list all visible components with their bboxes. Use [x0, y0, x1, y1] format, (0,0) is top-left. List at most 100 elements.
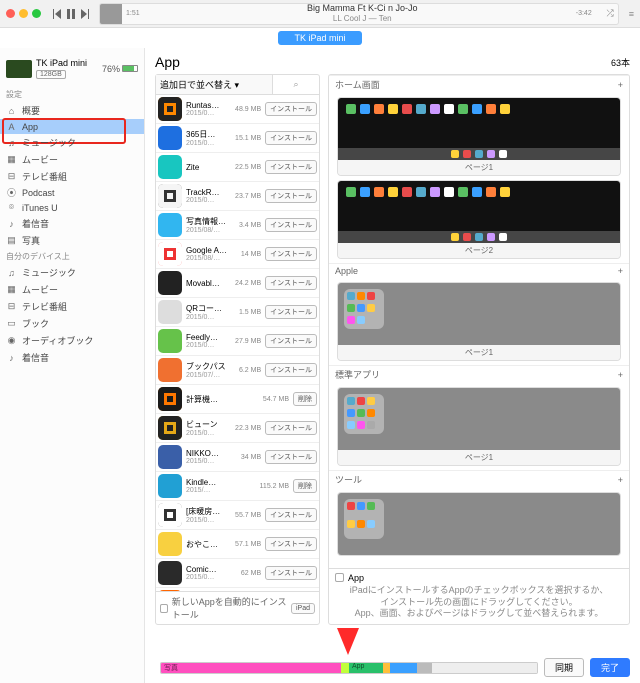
home-page-preview[interactable]: ページ1	[337, 282, 621, 361]
sidebar-section-mydevice: 自分のデバイス上	[0, 249, 144, 264]
sidebar-item[interactable]: ♪着信音	[0, 349, 144, 366]
app-date: 2015/0…	[186, 342, 227, 349]
app-row[interactable]: 365日…2015/0… 15.1 MB インストール	[156, 124, 319, 153]
app-row[interactable]: TrackR…2015/0… 23.7 MB インストール	[156, 182, 319, 211]
app-action-button[interactable]: インストール	[265, 566, 317, 580]
app-name: 365日…	[186, 129, 227, 140]
add-page-icon[interactable]: +	[618, 80, 623, 90]
sidebar-item-label: 写真	[22, 234, 40, 247]
device-chip[interactable]: TK iPad mini	[278, 31, 361, 45]
add-page-icon[interactable]: +	[618, 370, 623, 380]
app-action-button[interactable]: インストール	[265, 276, 317, 290]
time-elapsed: 1:51	[126, 10, 140, 17]
sidebar-item[interactable]: ⊟テレビ番組	[0, 298, 144, 315]
maximize-icon[interactable]	[32, 9, 41, 18]
app-row[interactable]: QRコー…2015/0… 1.5 MB インストール	[156, 298, 319, 327]
app-row[interactable]: Movabl… 24.2 MB インストール	[156, 269, 319, 298]
sidebar-item-label: 概要	[22, 104, 40, 117]
home-section-title: Apple	[335, 266, 358, 276]
sidebar-item[interactable]: ⦿Podcast	[0, 185, 144, 200]
sidebar-item[interactable]: ♫ミュージック	[0, 134, 144, 151]
sidebar-item-label: App	[22, 122, 38, 132]
app-size: 27.9 MB	[231, 338, 261, 345]
app-icon	[158, 561, 182, 585]
list-icon[interactable]: ≡	[629, 9, 634, 19]
home-page-preview[interactable]: ページ2	[337, 180, 621, 259]
app-row[interactable]: Google A…2015/08/… 14 MB インストール	[156, 240, 319, 269]
app-row[interactable]: Runtas…2015/0… 48.9 MB インストール	[156, 95, 319, 124]
app-action-button[interactable]: 削除	[293, 479, 317, 493]
app-name: NIKKO…	[186, 449, 227, 458]
app-icon	[158, 271, 182, 295]
home-page-preview[interactable]: ページ1	[337, 97, 621, 176]
sidebar-item[interactable]: ⌂ 概要	[0, 102, 144, 119]
sidebar-item[interactable]: ◉オーディオブック	[0, 332, 144, 349]
app-row[interactable]: Feedly…2015/0… 27.9 MB インストール	[156, 327, 319, 356]
prev-icon[interactable]	[53, 9, 61, 19]
next-icon[interactable]	[81, 9, 89, 19]
track-title: Big Mamma Ft K-Ci n Jo-Jo	[122, 3, 603, 14]
sidebar-item[interactable]: AApp	[0, 119, 144, 134]
sidebar-item[interactable]: ⌾iTunes U	[0, 200, 144, 215]
search-icon[interactable]: ⌕	[273, 75, 319, 94]
sidebar-item[interactable]: ▦ムービー	[0, 281, 144, 298]
auto-install-label: 新しいAppを自動的にインストール	[172, 595, 287, 621]
app-action-button[interactable]: 削除	[293, 392, 317, 406]
app-row[interactable]: Comic…2015/0… 62 MB インストール	[156, 559, 319, 588]
home-page-preview[interactable]	[337, 492, 621, 556]
sort-dropdown[interactable]: 追加日で並べ替え ▾	[156, 75, 273, 94]
add-page-icon[interactable]: +	[618, 266, 623, 276]
app-action-button[interactable]: インストール	[265, 247, 317, 261]
app-name: Runtas…	[186, 101, 227, 110]
app-action-button[interactable]: インストール	[265, 102, 317, 116]
app-size: 24.2 MB	[231, 280, 261, 287]
sidebar-item-icon: ▦	[6, 154, 17, 165]
app-action-button[interactable]: インストール	[265, 131, 317, 145]
app-action-button[interactable]: インストール	[265, 450, 317, 464]
app-row[interactable]: ビューン2015/0… 22.3 MB インストール	[156, 414, 319, 443]
app-row[interactable]: Zite 22.5 MB インストール	[156, 153, 319, 182]
sidebar-item-icon: ▭	[6, 318, 17, 329]
sidebar-item-label: テレビ番組	[22, 300, 67, 313]
app-row[interactable]: [床暖房…2015/0… 55.7 MB インストール	[156, 501, 319, 530]
app-date: 2015/0…	[186, 458, 227, 465]
add-page-icon[interactable]: +	[618, 475, 623, 485]
app-date: 2015/0…	[186, 517, 227, 524]
app-action-button[interactable]: インストール	[265, 305, 317, 319]
app-action-button[interactable]: インストール	[265, 334, 317, 348]
app-action-button[interactable]: インストール	[265, 537, 317, 551]
app-row[interactable]: 写真情報…2015/08/… 3.4 MB インストール	[156, 211, 319, 240]
app-row[interactable]: Kindle…2015/… 115.2 MB 削除	[156, 472, 319, 501]
app-sync-checkbox[interactable]: App	[335, 573, 364, 583]
done-button[interactable]: 完了	[590, 658, 630, 677]
battery-icon	[122, 65, 138, 72]
sidebar-item[interactable]: ♫ミュージック	[0, 264, 144, 281]
home-page-preview[interactable]: ページ1	[337, 387, 621, 466]
auto-install-checkbox[interactable]	[160, 604, 168, 613]
sidebar-item[interactable]: ⊟テレビ番組	[0, 168, 144, 185]
sidebar-item-icon: ⌂	[6, 105, 17, 116]
app-size: 15.1 MB	[231, 135, 261, 142]
sidebar-item[interactable]: ▭ブック	[0, 315, 144, 332]
auto-install-target[interactable]: iPad	[291, 603, 315, 614]
sidebar-item[interactable]: ♪着信音	[0, 215, 144, 232]
sidebar-device[interactable]: TK iPad mini 128GB 76%	[0, 54, 144, 87]
sidebar-item[interactable]: ▤写真	[0, 232, 144, 249]
app-action-button[interactable]: インストール	[265, 218, 317, 232]
pause-icon[interactable]	[67, 9, 75, 19]
app-row[interactable]: ブックパス2015/07/… 6.2 MB インストール	[156, 356, 319, 385]
sync-button[interactable]: 同期	[544, 658, 584, 677]
sidebar-item[interactable]: ▦ムービー	[0, 151, 144, 168]
app-name: 写真情報…	[186, 216, 227, 227]
app-action-button[interactable]: インストール	[265, 189, 317, 203]
app-action-button[interactable]: インストール	[265, 421, 317, 435]
app-action-button[interactable]: インストール	[265, 508, 317, 522]
app-action-button[interactable]: インストール	[265, 363, 317, 377]
app-row[interactable]: 計算機… 54.7 MB 削除	[156, 385, 319, 414]
app-row[interactable]: おやこ… 57.1 MB インストール	[156, 530, 319, 559]
app-row[interactable]: NIKKO…2015/0… 34 MB インストール	[156, 443, 319, 472]
app-action-button[interactable]: インストール	[265, 160, 317, 174]
minimize-icon[interactable]	[19, 9, 28, 18]
shuffle-icon[interactable]: ⤮	[607, 8, 614, 19]
close-icon[interactable]	[6, 9, 15, 18]
